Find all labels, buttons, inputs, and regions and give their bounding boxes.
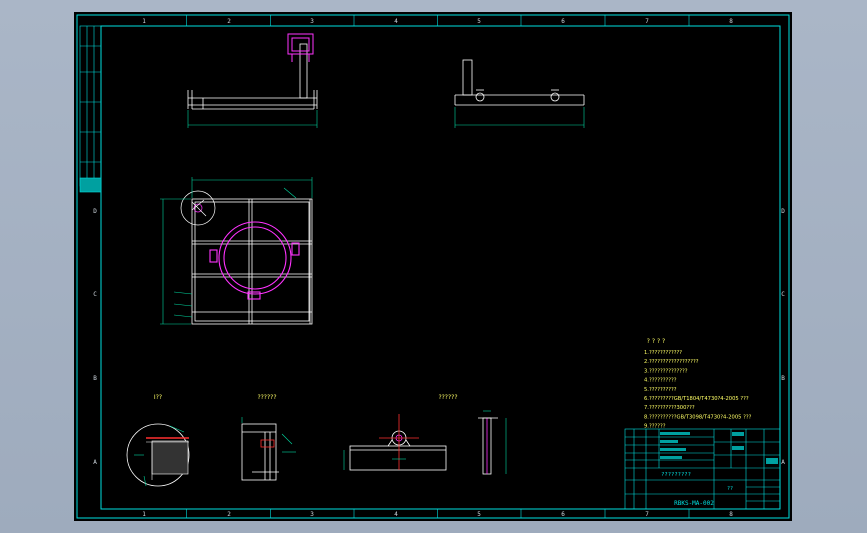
note-line: 1.???????????? [644,350,682,356]
note-line: 2.?????????????????? [644,359,699,365]
note-line: 5.?????????? [644,387,677,393]
section-1-label: ?????? [257,394,276,401]
detail-a-view[interactable] [126,423,190,487]
note-line: 4.?????????? [644,378,677,384]
section-2-view[interactable] [349,430,447,471]
note-line: 8.??????????GB/T3098/T4730?4-2005 ??? [644,414,752,420]
binding-margin-strip [79,25,102,193]
section-2-dimensions [379,414,419,470]
row-mark: C [781,291,785,298]
row-mark: D [93,208,97,215]
column-mark: 7 [645,511,649,518]
column-mark: 3 [310,18,314,25]
cad-viewport[interactable]: 1 2 3 4 5 6 7 8 1 2 3 4 5 6 7 8 D C B A D C B A I?? ?????? ?… [0,0,867,533]
title-block-drawing-number: RBKS-MA-002 [674,500,714,507]
plan-view-ring[interactable] [209,221,300,300]
column-mark: 1 [142,18,146,25]
row-mark: B [781,375,785,382]
side-view[interactable] [454,59,585,106]
column-mark: 7 [645,18,649,25]
column-mark: 2 [227,511,231,518]
row-mark: B [93,375,97,382]
column-mark: 3 [310,511,314,518]
row-mark: C [93,291,97,298]
detail-a-label: I?? [154,394,162,401]
front-view-dimension [187,110,318,128]
column-mark: 4 [394,18,398,25]
column-mark: 5 [477,18,481,25]
column-marks-bottom: 1 2 3 4 5 6 7 8 [142,509,733,518]
drawing-sheet[interactable]: 1 2 3 4 5 6 7 8 1 2 3 4 5 6 7 8 D C B A D C B A I?? ?????? ?… [74,12,792,521]
title-block-title: ????????? [661,472,691,478]
section-2-base-dimension [343,450,406,470]
title-block-scale: ?? [727,486,733,492]
column-mark: 2 [227,18,231,25]
column-mark: 5 [477,511,481,518]
row-mark: D [781,208,785,215]
column-mark: 6 [561,18,565,25]
column-marks-top: 1 2 3 4 5 6 7 8 [142,15,733,26]
column-mark: 4 [394,511,398,518]
column-mark: 1 [142,511,146,518]
notes-heading: ? ? ? ? [647,338,665,345]
note-line: 3.?????????????? [644,368,688,374]
column-mark: 8 [729,511,733,518]
drawing-canvas: 1 2 3 4 5 6 7 8 1 2 3 4 5 6 7 8 D C B A D C B A I?? ?????? ?… [76,14,790,519]
notes-list: 1.???????????? 2.?????????????????? 3.????… [644,350,752,430]
title-block[interactable] [624,428,781,510]
note-line: 7.??????????300??? [644,405,695,411]
section-1-view[interactable] [241,423,279,481]
section-3-view[interactable] [478,417,498,475]
front-view-lifting-lug[interactable] [287,33,314,62]
row-mark: A [93,459,97,466]
column-mark: 8 [729,18,733,25]
plan-view-detail-circle [180,190,216,226]
row-marks-left: D C B A [93,208,97,466]
row-marks-right: D C B A [781,208,785,466]
side-view-dimension [454,107,585,128]
section-3-dimensions [483,410,507,474]
column-mark: 6 [561,511,565,518]
section-2-label: ?????? [438,394,457,401]
row-mark: A [781,459,785,466]
note-line: 6.?????????GB/T1804/T4730?4-2005 ??? [644,396,749,402]
